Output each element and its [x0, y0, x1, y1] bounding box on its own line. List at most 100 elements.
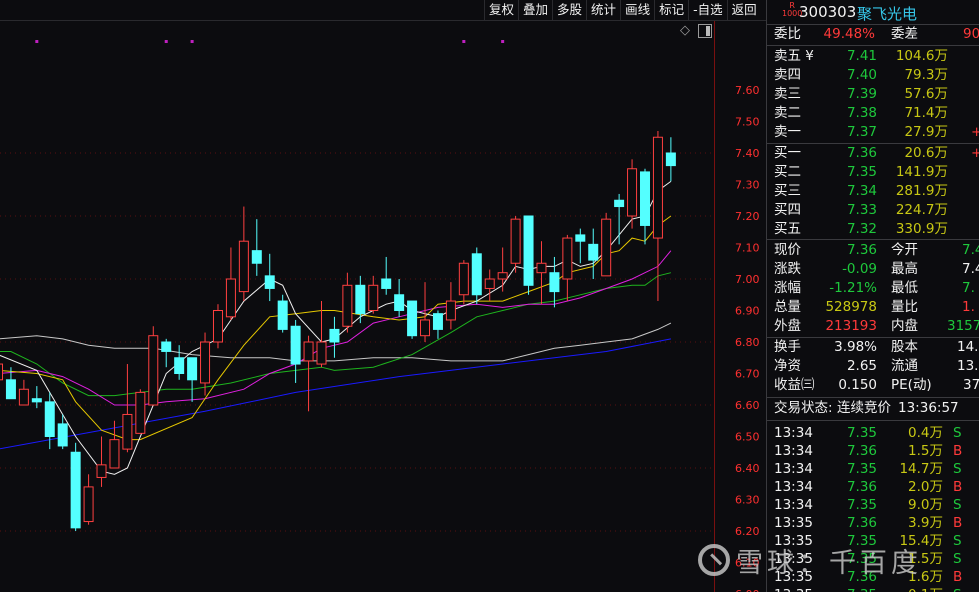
candle-body — [174, 357, 185, 374]
quote-label: 最低 — [891, 280, 918, 296]
bid-row[interactable]: 买一 7.36 20.6万 + — [767, 144, 979, 163]
candle-body — [549, 272, 560, 293]
candle-up — [0, 363, 3, 381]
level-label: 卖三 — [774, 86, 801, 102]
candle-body — [290, 325, 301, 365]
fundamental-label: 股本 — [891, 339, 918, 355]
bid-row[interactable]: 买五 7.32 330.9万 — [767, 220, 979, 239]
tick-volume: 3.9万 — [908, 515, 943, 531]
candle-body — [225, 278, 236, 318]
candle-down — [70, 442, 81, 531]
tick-volume: 1.5万 — [908, 551, 943, 567]
ratio-label: 委比 — [774, 26, 801, 42]
candle-body — [484, 278, 495, 289]
candle-up — [225, 247, 236, 320]
candle-down — [640, 168, 650, 245]
bid-row[interactable]: 买四 7.33 224.7万 — [767, 201, 979, 220]
kline-chart[interactable]: 7.60 7.50 7.40 7.30 7.20 7.10 7.00 6.90 6.80 6.70… — [0, 0, 766, 592]
candle-down — [665, 137, 676, 182]
level-price: 7.32 — [846, 221, 877, 237]
tick-time: 13:34 — [774, 443, 813, 459]
status-label: 交易状态: — [774, 400, 833, 416]
fundamental-value: 13.3 — [957, 358, 979, 374]
ask-row[interactable]: 卖三 7.39 57.6万 — [767, 85, 979, 104]
candle-down — [588, 228, 599, 279]
y-tick-label: 7.10 — [735, 242, 760, 255]
tick-side: B — [953, 515, 963, 531]
level-volume: 141.9万 — [895, 164, 948, 180]
candle-up — [212, 304, 223, 349]
ask-row[interactable]: 卖五 ¥ 7.41 104.6万 — [767, 47, 979, 66]
candle-down — [432, 310, 443, 339]
candle-body — [562, 237, 573, 280]
tick-price: 7.35 — [846, 533, 877, 549]
quote-label: 内盘 — [891, 318, 918, 334]
candle-down — [614, 193, 625, 245]
tick-volume: 2.0万 — [908, 479, 943, 495]
stock-name[interactable]: 聚飞光电 — [857, 3, 917, 24]
quote-value: 1. — [962, 299, 975, 315]
bid-row[interactable]: 买二 7.35 141.9万 — [767, 163, 979, 182]
level-volume: 57.6万 — [904, 86, 948, 102]
event-marker[interactable] — [501, 40, 505, 43]
bid-row[interactable]: 买三 7.34 281.9万 — [767, 182, 979, 201]
ask-row[interactable]: 卖一 7.37 27.9万 + — [767, 123, 979, 142]
event-marker[interactable] — [35, 40, 39, 43]
ask-row[interactable]: 卖二 7.38 71.4万 — [767, 104, 979, 123]
candle-body — [329, 328, 340, 343]
tick-time: 13:34 — [774, 479, 813, 495]
candle-body — [277, 300, 288, 330]
candle-body — [251, 250, 262, 264]
candle-up — [601, 212, 612, 277]
candle-body — [665, 152, 676, 167]
level-label: 卖五 ¥ — [774, 48, 814, 64]
divider — [767, 420, 979, 421]
quote-label: 最高 — [891, 261, 918, 277]
fundamental-row: 净资 2.65 流通 13.3 — [767, 357, 979, 376]
y-tick-label: 6.00 — [735, 588, 760, 592]
candle-body — [614, 199, 625, 208]
tick-side: B — [953, 569, 963, 585]
level-label: 卖四 — [774, 67, 801, 83]
tick-time: 13:35 — [774, 586, 813, 592]
event-marker[interactable] — [164, 40, 168, 43]
tick-time: 13:35 — [774, 551, 813, 567]
candle-body — [510, 218, 521, 264]
level-label: 买三 — [774, 183, 801, 199]
candle-body — [536, 262, 547, 274]
quote-label: 涨跌 — [774, 261, 801, 277]
level-label: 买五 — [774, 221, 801, 237]
fundamental-label: 收益㈢ — [774, 377, 815, 393]
candle-body — [122, 413, 133, 450]
diamond-icon[interactable]: ◇ — [680, 23, 690, 38]
trade-status-row: 交易状态: 连续竞价 13:36:57 — [767, 399, 979, 418]
tick-time: 13:34 — [774, 461, 813, 477]
candle-down — [161, 338, 172, 368]
panel-toggle-icon[interactable] — [698, 24, 712, 38]
candle-down — [290, 319, 301, 383]
tick-side: S — [953, 551, 962, 567]
tick-row: 13:34 7.36 1.5万 B — [767, 442, 979, 461]
tick-side: S — [953, 497, 962, 513]
candle-body — [303, 341, 314, 362]
order-ratio-row: 委比 49.48% 委差 90 — [767, 25, 979, 44]
candle-up — [109, 420, 120, 469]
candle-down — [251, 219, 262, 276]
ask-row[interactable]: 卖四 7.40 79.3万 — [767, 66, 979, 85]
event-marker[interactable] — [190, 40, 194, 43]
event-marker[interactable] — [462, 40, 466, 43]
quote-row: 涨跌 -0.09 最高 7.4 — [767, 260, 979, 279]
candle-body — [57, 423, 68, 447]
tick-side: S — [953, 425, 962, 441]
y-tick-label: 7.60 — [735, 84, 760, 97]
candle-up — [536, 241, 547, 305]
fundamental-value: 37 — [963, 377, 979, 393]
divider — [767, 397, 979, 398]
tick-volume: 14.7万 — [899, 461, 943, 477]
level-price: 7.41 — [846, 48, 877, 64]
candle-down — [575, 228, 586, 264]
quote-value: -1.21% — [829, 280, 877, 296]
level-price: 7.36 — [846, 145, 877, 161]
candle-body — [18, 388, 29, 406]
candle-up — [510, 216, 521, 273]
